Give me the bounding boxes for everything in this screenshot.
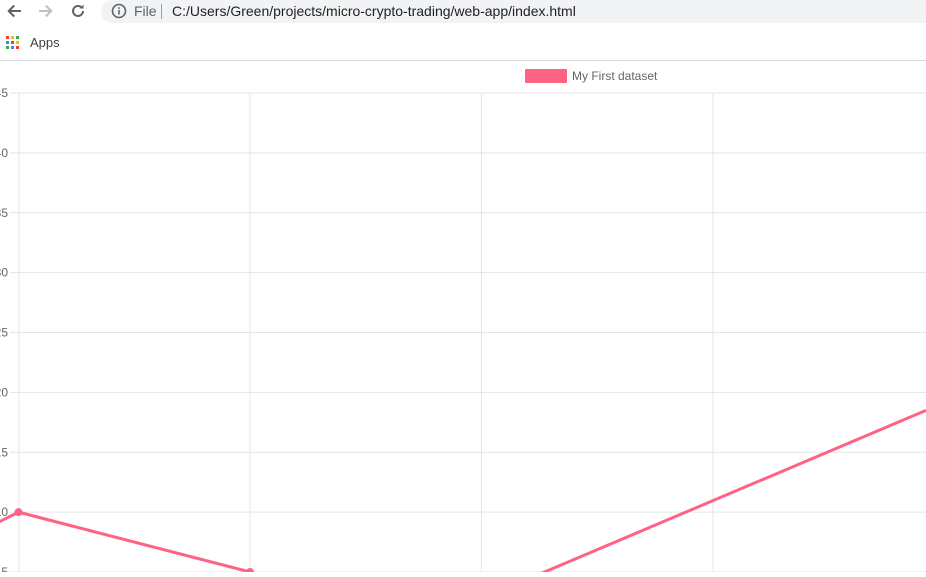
- data-point: [246, 568, 254, 576]
- forward-button[interactable]: [34, 0, 58, 22]
- y-tick-label: 35: [0, 206, 8, 220]
- y-tick-label: 40: [0, 146, 8, 160]
- series-line-segment: [0, 510, 20, 524]
- y-tick-label: 15: [0, 445, 8, 459]
- bookmark-label: Apps: [30, 35, 60, 50]
- forward-arrow-icon: [39, 4, 53, 18]
- reload-icon: [72, 4, 84, 17]
- legend-swatch: [525, 69, 567, 83]
- y-tick-label: 45: [0, 86, 8, 100]
- address-bar[interactable]: File C:/Users/Green/projects/micro-crypt…: [101, 0, 926, 23]
- series-line-segment: [17, 510, 252, 574]
- y-tick-label: 25: [0, 326, 8, 340]
- series-line-segment: [528, 408, 926, 577]
- data-point: [14, 508, 23, 517]
- y-tick-label: 30: [0, 266, 8, 280]
- back-button[interactable]: [2, 0, 26, 22]
- scheme-label: File: [134, 3, 157, 19]
- bookmarks-bar: Apps: [0, 24, 926, 61]
- apps-grid-icon: [6, 36, 19, 49]
- reload-button[interactable]: [66, 0, 90, 22]
- back-arrow-icon: [7, 4, 21, 18]
- y-tick-label: 20: [0, 385, 8, 399]
- bookmark-apps[interactable]: Apps: [6, 35, 60, 50]
- chart-legend[interactable]: My First dataset: [525, 69, 657, 83]
- y-tick-label: 5: [1, 565, 8, 572]
- line-chart: 45403530252015105: [0, 86, 926, 577]
- info-icon[interactable]: [111, 3, 127, 19]
- browser-toolbar: File C:/Users/Green/projects/micro-crypt…: [0, 0, 926, 24]
- scheme-divider: [161, 4, 162, 19]
- chart-area: My First dataset 45403530252015105: [0, 61, 926, 577]
- url-text[interactable]: C:/Users/Green/projects/micro-crypto-tra…: [172, 2, 576, 20]
- legend-label: My First dataset: [572, 69, 658, 83]
